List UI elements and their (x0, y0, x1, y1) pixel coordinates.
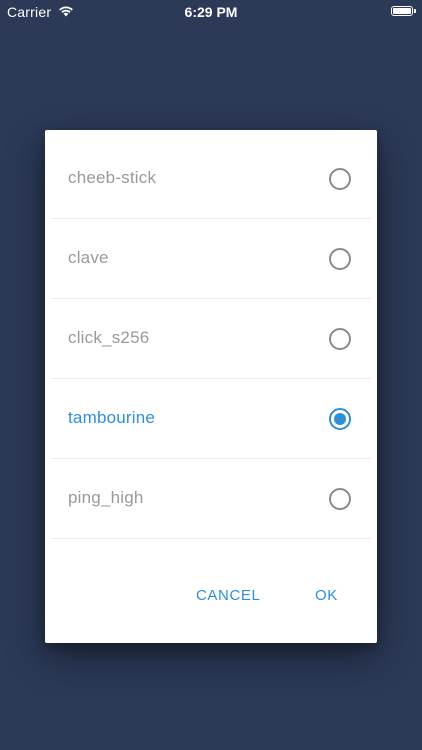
battery-cap (414, 9, 416, 13)
radio-button-icon[interactable] (329, 328, 351, 350)
option-label: clave (68, 248, 109, 267)
option-click-s256[interactable]: click_s256 (51, 299, 371, 379)
cancel-button[interactable]: CANCEL (196, 587, 260, 604)
dialog-actions: CANCEL OK (45, 553, 377, 643)
sound-picker-dialog: cheeb-stick clave click_s256 tambourine … (45, 130, 377, 643)
clock: 6:29 PM (184, 4, 238, 20)
radio-button-icon[interactable] (329, 248, 351, 270)
radio-button-icon[interactable] (329, 488, 351, 510)
option-label: ping_high (68, 488, 144, 507)
option-ping-high[interactable]: ping_high (51, 459, 371, 539)
radio-button-selected-icon[interactable] (329, 408, 351, 430)
option-clave[interactable]: clave (51, 219, 371, 299)
option-list: cheeb-stick clave click_s256 tambourine … (51, 139, 371, 539)
status-bar: Carrier 6:29 PM (0, 0, 422, 24)
battery-icon (391, 6, 413, 16)
option-tambourine[interactable]: tambourine (51, 379, 371, 459)
radio-dot (334, 413, 346, 425)
radio-button-icon[interactable] (329, 168, 351, 190)
battery-level-fill (393, 8, 411, 14)
option-cheeb-stick[interactable]: cheeb-stick (51, 139, 371, 219)
ok-button[interactable]: OK (315, 587, 338, 604)
option-label: cheeb-stick (68, 168, 157, 187)
option-label: tambourine (68, 408, 156, 427)
option-label: click_s256 (68, 328, 150, 347)
